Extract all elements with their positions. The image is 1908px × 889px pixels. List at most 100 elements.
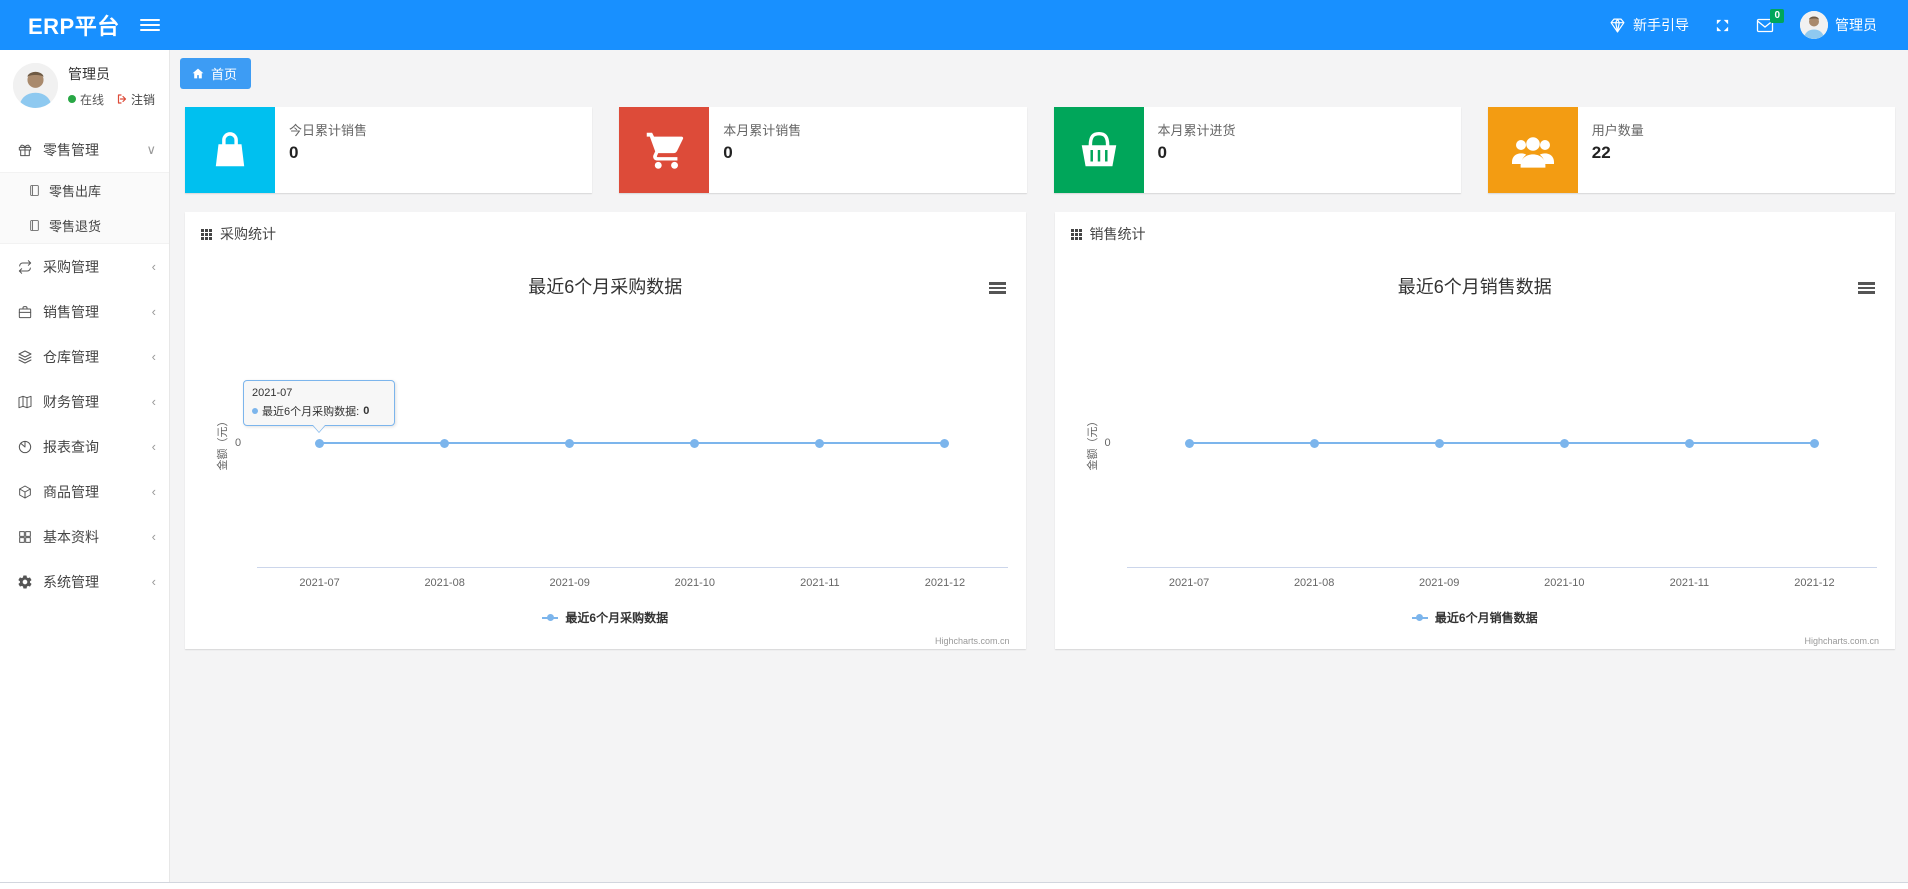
stat-card-month-purchases[interactable]: 本月累计进货 0	[1053, 107, 1461, 193]
sales-chart: 最近6个月销售数据 金额（元） 0 2021-07 2021-08 2021-0…	[1069, 252, 1882, 649]
layers-icon	[18, 350, 32, 363]
sidebar-item-reports[interactable]: 报表查询 ‹	[0, 424, 169, 469]
sidebar-item-retail-outbound[interactable]: 零售出库	[0, 173, 169, 208]
data-point[interactable]	[1684, 439, 1694, 448]
logout-link[interactable]: 注销	[116, 91, 155, 108]
sidebar-item-products[interactable]: 商品管理 ‹	[0, 469, 169, 514]
messages-menu-item[interactable]: 0	[1743, 0, 1787, 50]
sidebar-item-purchase[interactable]: 采购管理 ‹	[0, 244, 169, 289]
sidebar-item-retail-return[interactable]: 零售退货	[0, 208, 169, 243]
stat-card-month-sales[interactable]: 本月累计销售 0	[619, 107, 1027, 193]
data-point[interactable]	[565, 439, 575, 448]
stat-card-value: 0	[289, 143, 299, 162]
x-axis-tick: 2021-10	[674, 577, 715, 589]
sidebar-item-warehouse[interactable]: 仓库管理 ‹	[0, 334, 169, 379]
series-line	[319, 442, 945, 444]
sidebar-item-finance[interactable]: 财务管理 ‹	[0, 379, 169, 424]
sidebar-toggle-button[interactable]	[139, 16, 160, 34]
home-icon	[192, 68, 204, 79]
stat-card-title: 本月累计销售	[723, 123, 802, 138]
sales-stats-panel: 销售统计 最近6个月销售数据 金额（元） 0 2021-07 2021-08 2…	[1054, 212, 1895, 649]
plot-area: 2021-07 2021-08 2021-09 2021-10 2021-11 …	[257, 252, 1008, 649]
sidebar-user-name: 管理员	[68, 65, 110, 82]
data-point[interactable]	[690, 439, 700, 448]
sidebar-item-basic-data[interactable]: 基本资料 ‹	[0, 514, 169, 559]
chart-panels-row: 采购统计 最近6个月采购数据 金额（元） 0 2021-07 2021-08 2…	[185, 212, 1895, 649]
legend-label: 最近6个月销售数据	[1434, 611, 1538, 625]
users-icon	[1487, 107, 1578, 193]
x-axis-tick: 2021-08	[424, 577, 465, 589]
stat-card-title: 今日累计销售	[289, 123, 368, 138]
stat-card-today-sales[interactable]: 今日累计销售 0	[185, 107, 593, 193]
x-axis-line	[257, 567, 1008, 568]
online-status-label: 在线	[80, 92, 105, 107]
legend-marker-icon	[542, 613, 559, 622]
sidebar: 管理员 在线 注销 零售管理 ∨ 零售出库 零售退货 采购管理 ‹ 销售管理 ‹…	[0, 50, 170, 882]
chart-tooltip: 2021-07 最近6个月采购数据: 0	[243, 380, 395, 433]
data-point[interactable]	[815, 439, 825, 448]
shopping-basket-icon	[1053, 107, 1144, 193]
pie-chart-icon	[18, 440, 32, 453]
y-axis-title: 金额（元）	[1086, 415, 1099, 471]
highcharts-credits-link[interactable]: Highcharts.com.cn	[1804, 636, 1879, 646]
grid-icon	[19, 530, 31, 543]
sidebar-item-sales[interactable]: 销售管理 ‹	[0, 289, 169, 334]
stat-card-value: 0	[1157, 143, 1167, 162]
online-status-dot	[68, 95, 76, 103]
chart-legend[interactable]: 最近6个月销售数据	[1069, 609, 1882, 626]
main-content: 首页 今日累计销售 0 本月累计销售 0 本月累计进货 0 用户数量 22 采购…	[170, 50, 1908, 882]
gift-icon	[18, 144, 32, 156]
fullscreen-icon	[1715, 18, 1730, 33]
gem-icon	[1609, 17, 1626, 34]
tooltip-arrow	[312, 424, 326, 433]
x-axis-tick: 2021-08	[1293, 577, 1335, 589]
data-point[interactable]	[1184, 439, 1194, 448]
tab-home[interactable]: 首页	[180, 58, 252, 89]
data-point[interactable]	[1559, 439, 1569, 448]
data-point[interactable]	[1309, 439, 1319, 448]
data-point[interactable]	[440, 439, 450, 448]
sidebar-item-retail[interactable]: 零售管理 ∨	[0, 127, 169, 172]
guide-label: 新手引导	[1633, 17, 1689, 33]
panel-header: 采购统计	[185, 212, 1026, 252]
navbar-right: 新手引导 0 管理员	[1596, 0, 1908, 50]
chart-legend[interactable]: 最近6个月采购数据	[199, 609, 1012, 626]
book-icon	[18, 395, 32, 408]
x-axis-tick: 2021-09	[1419, 577, 1460, 589]
data-point[interactable]	[315, 439, 325, 448]
x-axis-tick: 2021-09	[549, 577, 590, 589]
retail-submenu: 零售出库 零售退货	[0, 172, 169, 244]
highcharts-credits-link[interactable]: Highcharts.com.cn	[935, 636, 1010, 646]
x-axis-tick: 2021-07	[1168, 577, 1210, 589]
x-axis-tick: 2021-11	[800, 577, 840, 589]
user-name: 管理员	[1835, 17, 1877, 33]
data-point[interactable]	[940, 439, 950, 448]
stat-cards-row: 今日累计销售 0 本月累计销售 0 本月累计进货 0 用户数量 22	[185, 107, 1895, 193]
data-point[interactable]	[1434, 439, 1444, 448]
plot-area: 2021-07 2021-08 2021-09 2021-10 2021-11 …	[1126, 252, 1877, 649]
data-point[interactable]	[1809, 439, 1819, 448]
gear-icon	[18, 574, 32, 589]
chevron-left-icon: ‹	[151, 529, 156, 544]
chevron-down-icon: ∨	[146, 142, 156, 157]
x-axis-tick: 2021-10	[1544, 577, 1585, 589]
chevron-left-icon: ‹	[151, 484, 156, 499]
stat-card-user-count[interactable]: 用户数量 22	[1487, 107, 1895, 193]
chevron-left-icon: ‹	[151, 349, 156, 364]
y-axis-title: 金额（元）	[217, 415, 229, 471]
x-axis-tick: 2021-12	[1794, 577, 1835, 589]
guide-menu-item[interactable]: 新手引导	[1596, 0, 1702, 50]
x-axis-line	[1126, 567, 1877, 568]
legend-label: 最近6个月采购数据	[565, 611, 669, 625]
sidebar-item-system[interactable]: 系统管理 ‹	[0, 559, 169, 604]
user-menu[interactable]: 管理员	[1787, 0, 1890, 50]
stat-card-title: 本月累计进货	[1157, 123, 1236, 138]
stat-card-value: 0	[723, 143, 733, 162]
brand-logo[interactable]: ERP平台	[0, 9, 120, 41]
fullscreen-button[interactable]	[1702, 0, 1743, 50]
cube-icon	[19, 485, 31, 498]
shopping-bag-icon	[185, 107, 275, 193]
stat-card-value: 22	[1591, 143, 1611, 162]
series-line	[1189, 442, 1815, 444]
tooltip-value: 0	[363, 405, 370, 417]
